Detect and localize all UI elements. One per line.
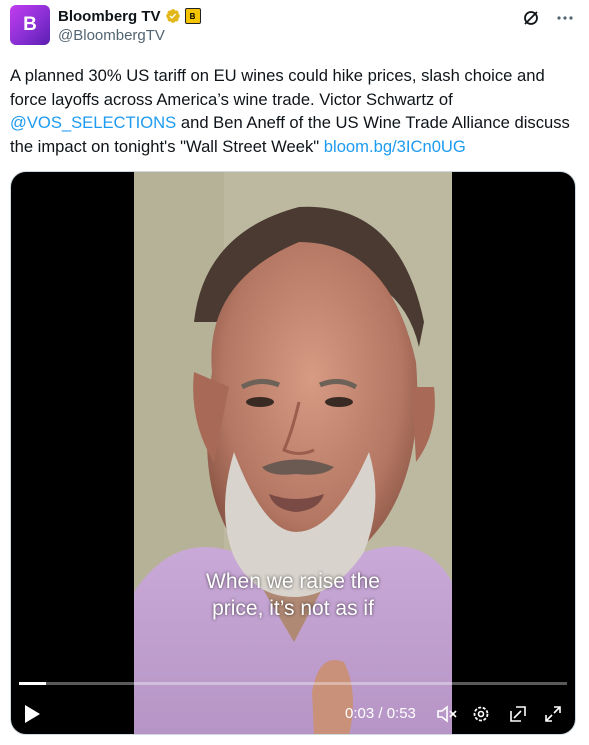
tweet-text-part1: A planned 30% US tariff on EU wines coul… — [10, 66, 545, 109]
verified-badge-icon[interactable] — [165, 8, 181, 24]
tweet-text: A planned 30% US tariff on EU wines coul… — [10, 64, 580, 158]
avatar[interactable]: B — [10, 5, 50, 45]
avatar-letter: B — [23, 14, 37, 35]
top-actions — [521, 8, 575, 28]
subtitle-line-2: price, it’s not as if — [212, 597, 374, 620]
play-icon — [25, 705, 40, 723]
video-progress-fill — [19, 682, 47, 685]
video-subtitle: When we raise the price, it’s not as if — [134, 568, 452, 622]
mention-link[interactable]: @VOS_SELECTIONS — [10, 113, 176, 132]
muted-speaker-icon — [437, 705, 457, 723]
grok-icon[interactable] — [521, 8, 541, 28]
video-progress-bar[interactable] — [19, 682, 567, 685]
url-link[interactable]: bloom.bg/3ICn0UG — [324, 137, 466, 156]
fullscreen-button[interactable] — [543, 704, 563, 724]
video-frame[interactable]: When we raise the price, it’s not as if — [134, 172, 452, 734]
handle[interactable]: @BloombergTV — [58, 27, 165, 44]
play-button[interactable] — [23, 704, 41, 724]
mute-button[interactable] — [436, 704, 458, 724]
gear-icon — [473, 706, 489, 722]
expand-icon — [545, 706, 561, 722]
author-name-row: Bloomberg TV B — [58, 6, 201, 26]
more-options-icon[interactable] — [555, 8, 575, 28]
dock-icon — [510, 706, 526, 722]
affiliate-badge-icon[interactable]: B — [184, 8, 201, 24]
settings-button[interactable] — [471, 704, 491, 724]
subtitle-line-1: When we raise the — [206, 570, 380, 593]
video-still-image — [134, 172, 452, 734]
video-player[interactable]: When we raise the price, it’s not as if … — [10, 171, 576, 735]
video-time: 0:03 / 0:53 — [345, 705, 416, 722]
display-name[interactable]: Bloomberg TV — [58, 8, 161, 25]
dock-button[interactable] — [508, 704, 528, 724]
